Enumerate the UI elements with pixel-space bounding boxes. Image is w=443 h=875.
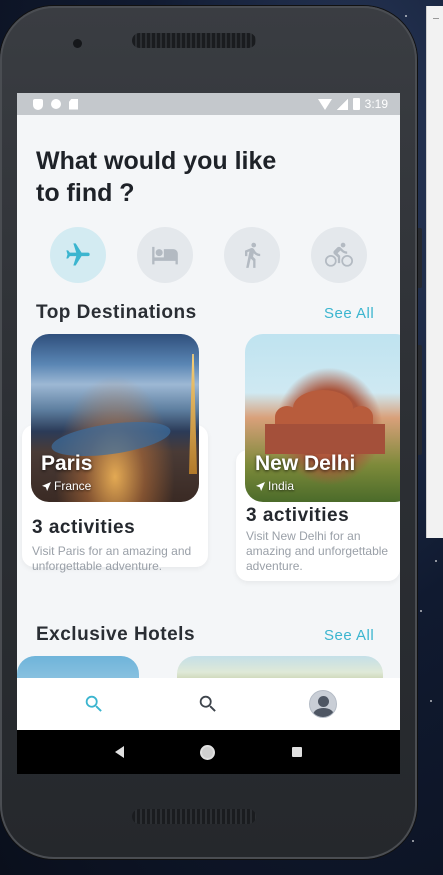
eiffel-tower-graphic: [189, 354, 197, 474]
new-delhi-country-label: India: [268, 479, 295, 493]
bed-icon: [152, 246, 178, 265]
status-bar: 3:19: [17, 93, 400, 115]
location-arrow-icon: [42, 481, 51, 491]
sync-icon: [51, 99, 61, 109]
emulator-side-panel: [426, 6, 443, 538]
bottom-speaker: [132, 809, 256, 824]
bicycle-icon: [325, 242, 353, 267]
avatar: [308, 690, 337, 718]
paris-description: Visit Paris for an amazing and unforgett…: [32, 544, 192, 573]
top-speaker: [132, 33, 256, 48]
recents-icon[interactable]: [291, 747, 302, 757]
location-arrow-icon: [256, 481, 265, 491]
paris-image[interactable]: Paris France: [31, 334, 199, 502]
temple-body-graphic: [265, 424, 385, 454]
battery-icon: [352, 98, 360, 110]
power-button[interactable]: [417, 345, 422, 455]
bottom-navigation: [17, 678, 400, 730]
category-hotels-button[interactable]: [137, 227, 193, 283]
nav-search-button[interactable]: [178, 684, 238, 724]
new-delhi-description: Visit New Delhi for an amazing and unfor…: [246, 529, 389, 573]
new-delhi-city-name: New Delhi: [255, 452, 356, 475]
signal-icon: [336, 98, 348, 110]
top-destinations-heading: Top Destinations: [36, 302, 197, 323]
android-navigation-bar: [17, 730, 400, 774]
category-flights-button[interactable]: [50, 227, 106, 283]
paris-country-label: France: [54, 479, 92, 493]
paris-country: France: [42, 479, 91, 493]
new-delhi-image[interactable]: New Delhi India: [245, 334, 400, 502]
category-row: [50, 227, 367, 283]
sd-card-icon: [69, 98, 78, 110]
top-destinations-see-all-link[interactable]: See All: [324, 305, 374, 322]
phone-frame: 3:19 What would you like to find ? Top D…: [0, 6, 417, 859]
category-activities-button[interactable]: [224, 227, 280, 283]
hotel-card-2[interactable]: [177, 656, 383, 678]
new-delhi-country: India: [256, 479, 294, 493]
front-camera: [73, 39, 82, 48]
temple-dome-graphic: [293, 390, 353, 426]
status-time: 3:19: [364, 97, 388, 111]
nav-profile-button[interactable]: [293, 684, 353, 724]
paris-city-name: Paris: [41, 452, 93, 475]
search-icon: [200, 695, 217, 712]
search-icon: [85, 695, 102, 712]
exclusive-hotels-see-all-link[interactable]: See All: [324, 627, 374, 644]
nav-search-button-active[interactable]: [64, 684, 124, 724]
category-biking-button[interactable]: [311, 227, 367, 283]
exclusive-hotels-heading: Exclusive Hotels: [36, 624, 196, 645]
app-screen: 3:19 What would you like to find ? Top D…: [17, 93, 400, 774]
new-delhi-activities-count: 3 activities: [246, 505, 350, 526]
shield-icon: [33, 98, 43, 110]
hotel-card-1[interactable]: [17, 656, 139, 678]
wifi-icon: [317, 98, 332, 110]
volume-button[interactable]: [417, 228, 422, 288]
walking-icon: [245, 242, 261, 268]
page-title: What would you like to find ?: [36, 147, 277, 207]
main-content: What would you like to find ? Top Destin…: [17, 115, 400, 678]
home-icon[interactable]: [200, 744, 216, 760]
paris-activities-count: 3 activities: [32, 517, 136, 538]
back-icon[interactable]: [115, 746, 125, 758]
airplane-icon: [66, 243, 90, 266]
